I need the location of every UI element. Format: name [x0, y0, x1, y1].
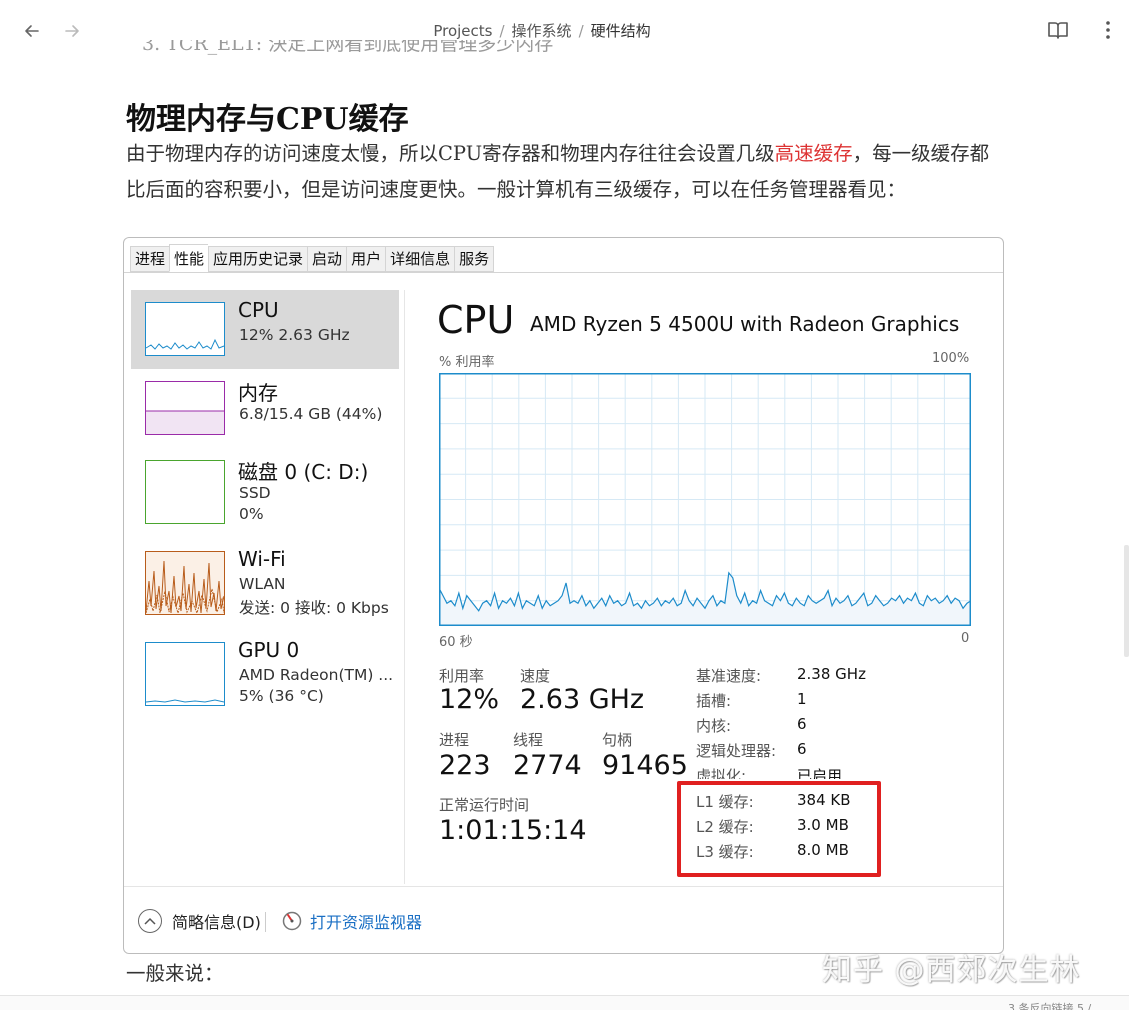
util-value: 12%	[439, 684, 500, 715]
para-text: 由于物理内存的访问速度太慢，所以CPU寄存器和物理内存往往会设置几级	[126, 142, 775, 165]
resource-name: Wi-Fi	[238, 547, 286, 571]
summary-label: 简略信息(D)	[172, 913, 261, 932]
resource-list: CPU 12% 2.63 GHz 内存 6.8/15.4 GB (44%) 磁盘…	[131, 290, 399, 709]
thread-label: 线程	[513, 731, 544, 749]
resource-name: CPU	[238, 298, 279, 322]
detail-label: 逻辑处理器:	[696, 742, 777, 760]
y-max-label: 100%	[932, 351, 970, 366]
handle-value: 91465	[602, 750, 688, 781]
detail-value: 已启用	[797, 767, 843, 779]
speed-value: 2.63 GHz	[520, 684, 645, 715]
status-text: 3 条反向链接 5 /	[1008, 1002, 1092, 1010]
resource-detail: 发送: 0 接收: 0 Kbps	[239, 599, 389, 617]
resource-gpu[interactable]: GPU 0 AMD Radeon(TM) ... 5% (36 °C)	[131, 630, 399, 709]
body-paragraph: 由于物理内存的访问速度太慢，所以CPU寄存器和物理内存往往会设置几级高速缓存，每…	[126, 136, 1006, 208]
tab-details[interactable]: 详细信息	[385, 246, 455, 272]
resource-name: GPU 0	[238, 638, 300, 662]
resource-detail: SSD	[239, 484, 271, 502]
x-right-label: 0	[961, 631, 970, 646]
tab-divider	[124, 272, 1003, 273]
x-left-label: 60 秒	[439, 635, 473, 650]
detail-value: 1	[797, 690, 807, 708]
resource-wifi[interactable]: Wi-Fi WLAN 发送: 0 接收: 0 Kbps	[131, 539, 399, 618]
speed-label: 速度	[520, 667, 551, 685]
resource-memory[interactable]: 内存 6.8/15.4 GB (44%)	[131, 369, 399, 448]
uptime-value: 1:01:15:14	[439, 815, 587, 846]
disk-thumbnail-graph	[145, 460, 225, 524]
cpu-title: CPU	[437, 298, 515, 342]
detail-value: 6	[797, 715, 807, 733]
y-axis-label: % 利用率	[439, 355, 495, 370]
tab-bar: 进程 性能 应用历史记录 启动 用户 详细信息 服务	[130, 244, 495, 272]
truncated-list-item: 3. TCR_EL1: 決定上网看到底使用管理多少内存	[142, 40, 554, 55]
resource-detail: 12% 2.63 GHz	[239, 326, 350, 344]
handle-label: 句柄	[602, 731, 633, 749]
detail-label: 内核:	[696, 717, 732, 735]
cpu-utilization-graph	[439, 373, 971, 626]
tab-users[interactable]: 用户	[346, 246, 386, 272]
memory-thumbnail-graph	[145, 381, 225, 435]
cpu-thumbnail-graph	[145, 302, 225, 356]
breadcrumb: Projects / 操作系统 / 硬件结构	[0, 20, 1084, 41]
tab-processes[interactable]: 进程	[130, 246, 170, 272]
uptime-label: 正常运行时间	[439, 796, 530, 814]
scrollbar-thumb[interactable]	[1124, 545, 1129, 657]
resource-name: 磁盘 0 (C: D:)	[238, 460, 369, 484]
status-bar: 3 条反向链接 5 /	[0, 995, 1129, 1010]
panel-divider	[404, 290, 405, 884]
watermark: 知乎 @西郊次生林	[822, 953, 1081, 988]
tab-startup[interactable]: 启动	[307, 246, 347, 272]
breadcrumb-separator: /	[499, 22, 505, 40]
detail-label: 虚拟化:	[696, 767, 747, 779]
resource-monitor-link[interactable]: 打开资源监视器	[282, 909, 422, 933]
process-label: 进程	[439, 731, 470, 749]
resource-cpu[interactable]: CPU 12% 2.63 GHz	[131, 290, 399, 369]
gpu-thumbnail-graph	[145, 642, 225, 706]
detail-label: 插槽:	[696, 692, 732, 710]
cache-highlight-box	[677, 781, 881, 877]
resource-name: 内存	[238, 381, 278, 405]
detail-value: 6	[797, 740, 807, 758]
reading-view-icon[interactable]	[1046, 18, 1070, 42]
footer-separator	[265, 912, 266, 932]
wifi-thumbnail-graph	[145, 551, 225, 615]
resource-monitor-label: 打开资源监视器	[310, 913, 423, 932]
process-value: 223	[439, 750, 491, 781]
resource-detail: AMD Radeon(TM) ...	[239, 666, 394, 684]
task-manager-window: 进程 性能 应用历史记录 启动 用户 详细信息 服务 CPU 12% 2.63 …	[123, 237, 1004, 954]
detail-label: 基准速度:	[696, 667, 762, 685]
breadcrumb-separator: /	[578, 22, 584, 40]
chevron-up-icon	[138, 909, 162, 933]
footer-divider	[124, 886, 1003, 887]
resource-monitor-icon	[282, 911, 302, 931]
highlight-link[interactable]: 高速缓存	[775, 142, 853, 165]
tab-services[interactable]: 服务	[454, 246, 495, 272]
resource-disk[interactable]: 磁盘 0 (C: D:) SSD 0%	[131, 448, 399, 527]
breadcrumb-current[interactable]: 硬件结构	[591, 22, 651, 40]
resource-detail: 6.8/15.4 GB (44%)	[239, 405, 383, 423]
resource-detail: 5% (36 °C)	[239, 687, 324, 705]
util-label: 利用率	[439, 667, 485, 685]
body-paragraph: 一般来说：	[126, 962, 224, 985]
tab-app-history[interactable]: 应用历史记录	[208, 246, 308, 272]
breadcrumb-item[interactable]: Projects	[433, 22, 492, 40]
tab-performance[interactable]: 性能	[169, 244, 209, 272]
section-heading: 物理内存与CPU缓存	[126, 102, 409, 137]
summary-toggle-button[interactable]: 简略信息(D)	[138, 909, 261, 933]
breadcrumb-item[interactable]: 操作系统	[512, 22, 572, 40]
resource-detail: 0%	[239, 505, 264, 523]
more-options-icon[interactable]	[1100, 18, 1116, 42]
resource-detail: WLAN	[239, 575, 286, 593]
thread-value: 2774	[513, 750, 582, 781]
cpu-model: AMD Ryzen 5 4500U with Radeon Graphics	[530, 312, 960, 336]
detail-value: 2.38 GHz	[797, 665, 866, 683]
